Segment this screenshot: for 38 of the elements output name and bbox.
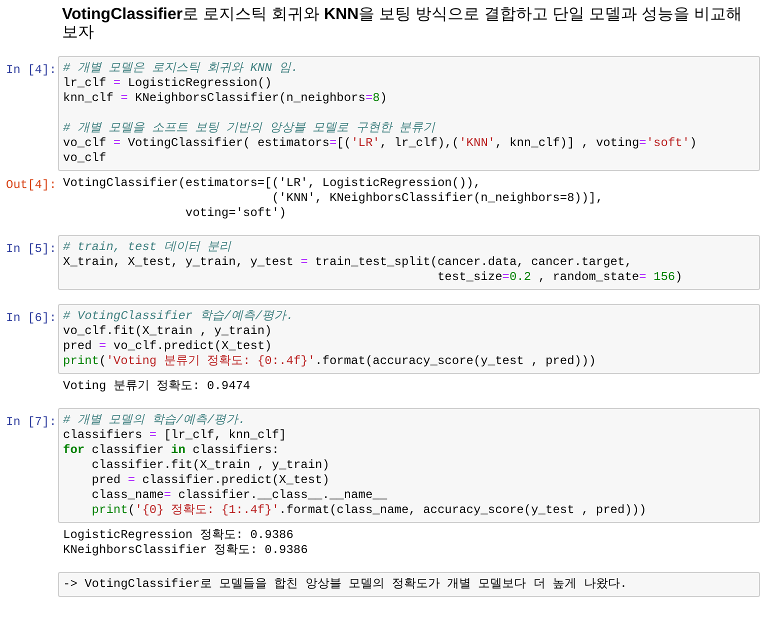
code-line: # 개별 모델의 학습/예측/평가.	[63, 413, 246, 428]
output-text: LogisticRegression 정확도: 0.9386	[63, 528, 294, 543]
code-cell[interactable]: # train, test 데이터 분리 X_train, X_test, y_train, y_test = train_test_split(cancer.data, cancer.target, test_size=0.2 , random_state= 156)	[58, 235, 760, 290]
code-line: knn_clf = KNeighborsClassifier(n_neighbors=8)	[63, 91, 388, 106]
code-cell[interactable]: -> VotingClassifier로 모델들을 합친 앙상블 모델의 정확도가 개별 모델보다 더 높게 나왔다.	[58, 572, 760, 597]
input-prompt: In [7]:	[6, 415, 56, 429]
code-cell[interactable]	[58, 56, 760, 171]
heading: VotingClassifier로 로지스틱 회귀와 KNN을 보팅 방식으로 결합하고 단일 모델과 성능을 비교해 보자	[62, 6, 743, 42]
code-line: test_size=0.2 , random_state= 156)	[436, 270, 682, 285]
code-line: # VotingClassifier 학습/예측/평가.	[63, 309, 294, 324]
code-line: X_train, X_test, y_train, y_test = train_test_split(cancer.data, cancer.target,	[63, 255, 632, 270]
code-line: class_name= classifier.__class__.__name__	[90, 488, 388, 503]
code-line: -> VotingClassifier로 모델들을 합친 앙상블 모델의 정확도가 개별 모델보다 더 높게 나왔다.	[63, 577, 628, 592]
code-line: classifier.fit(X_train , y_train)	[90, 458, 330, 473]
code-line: # 개별 모델을 소프트 보팅 기반의 앙상블 모델로 구현한 분류기	[63, 121, 436, 136]
code-cell[interactable]: # VotingClassifier 학습/예측/평가. vo_clf.fit(X_train , y_train) pred = vo_clf.predict(X_test) print('Voting 분류기 정확도: {0:.4f}'.format(accuracy_score(y_test , pred)))	[58, 304, 760, 374]
output-prompt: Out[4]:	[6, 178, 56, 192]
output-text: KNeighborsClassifier 정확도: 0.9386	[63, 543, 308, 558]
input-prompt: In [4]:	[6, 63, 56, 77]
output-text: ('KNN', KNeighborsClassifier(n_neighbors=8))],	[270, 191, 604, 206]
code-cell[interactable]	[58, 408, 760, 523]
code-line: # 개별 모델은 로지스틱 회귀와 KNN 임.	[63, 61, 298, 76]
code-line: print('Voting 분류기 정확도: {0:.4f}'.format(accuracy_score(y_test , pred)))	[63, 354, 596, 369]
output-text: voting='soft')	[184, 206, 286, 221]
code-line: print('{0} 정확도: {1:.4f}'.format(class_name, accuracy_score(y_test , pred)))	[90, 503, 646, 518]
code-line: pred = vo_clf.predict(X_test)	[63, 339, 272, 354]
output-text: VotingClassifier(estimators=[('LR', LogisticRegression()),	[63, 176, 481, 191]
code-line: for classifier in classifiers:	[63, 443, 280, 458]
input-prompt: In [5]:	[6, 242, 56, 256]
code-line: classifiers = [lr_clf, knn_clf]	[63, 428, 286, 443]
output-text: Voting 분류기 정확도: 0.9474	[63, 379, 250, 394]
code-line: # train, test 데이터 분리	[63, 240, 232, 255]
code-line: vo_clf = VotingClassifier( estimators=[('LR', lr_clf),('KNN', knn_clf)] , voting='soft')	[63, 136, 697, 151]
input-prompt: In [6]:	[6, 311, 56, 325]
code-line: lr_clf = LogisticRegression()	[63, 76, 272, 91]
code-line: vo_clf.fit(X_train , y_train)	[63, 324, 272, 339]
code-line: pred = classifier.predict(X_test)	[90, 473, 330, 488]
code-line: vo_clf	[63, 151, 106, 166]
